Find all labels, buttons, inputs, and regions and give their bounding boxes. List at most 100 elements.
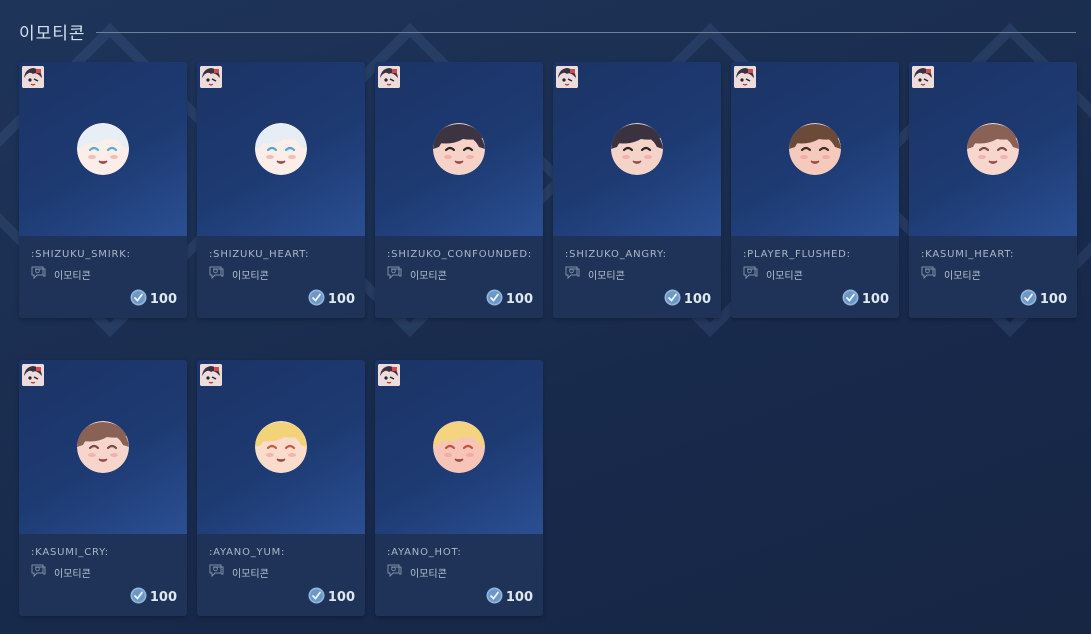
item-type-label: 이모티콘 [410, 568, 447, 580]
item-type-label: 이모티콘 [588, 270, 625, 282]
price-value: 100 [505, 292, 533, 307]
item-type-label: 이모티콘 [232, 270, 269, 282]
item-type: 이모티콘 [209, 564, 269, 580]
emoticon-name: :KASUMI_CRY: [31, 547, 109, 558]
item-type-label: 이모티콘 [232, 568, 269, 580]
price-value: 100 [149, 292, 177, 307]
emoticon-preview [19, 360, 187, 534]
game-badge-icon [200, 66, 222, 88]
emoticon-name: :SHIZUKU_SMIRK: [31, 249, 131, 260]
item-type-label: 이모티콘 [54, 568, 91, 580]
emoticon-card[interactable]: :SHIZUKU_HEART: 이모티콘 100 [197, 62, 365, 318]
game-badge-icon [22, 364, 44, 386]
emoticon-preview [197, 360, 365, 534]
emoticon-preview [553, 62, 721, 236]
emoticon-name: :SHIZUKO_ANGRY: [565, 249, 667, 260]
emoticon-image [255, 421, 307, 473]
card-info: :SHIZUKU_HEART: 이모티콘 100 [197, 236, 365, 318]
emoticon-name: :AYANO_YUM: [209, 547, 286, 558]
card-info: :SHIZUKU_SMIRK: 이모티콘 100 [19, 236, 187, 318]
points-coin-icon [1020, 289, 1040, 310]
item-type: 이모티콘 [31, 266, 91, 282]
emoticon-preview [375, 360, 543, 534]
emoticon-name: :PLAYER_FLUSHED: [743, 249, 851, 260]
price: 100 [130, 289, 177, 310]
points-coin-icon [308, 289, 328, 310]
emoticon-card[interactable]: :AYANO_HOT: 이모티콘 100 [375, 360, 543, 616]
emoticon-type-icon [565, 266, 588, 282]
emoticon-card[interactable]: :SHIZUKU_SMIRK: 이모티콘 100 [19, 62, 187, 318]
emoticon-name: :SHIZUKO_CONFOUNDED: [387, 249, 533, 260]
emoticon-type-icon [921, 266, 944, 282]
item-type: 이모티콘 [387, 564, 447, 580]
card-info: :KASUMI_HEART: 이모티콘 100 [909, 236, 1077, 318]
card-info: :AYANO_HOT: 이모티콘 100 [375, 534, 543, 616]
card-info: :SHIZUKO_CONFOUNDED: 이모티콘 100 [375, 236, 543, 318]
game-badge-icon [200, 364, 222, 386]
emoticon-image [255, 123, 307, 175]
points-coin-icon [130, 289, 150, 310]
emoticon-card[interactable]: :KASUMI_CRY: 이모티콘 100 [19, 360, 187, 616]
card-info: :KASUMI_CRY: 이모티콘 100 [19, 534, 187, 616]
points-coin-icon [130, 587, 150, 608]
price-value: 100 [1039, 292, 1067, 307]
section-title: 이모티콘 [19, 23, 86, 44]
emoticon-image [77, 123, 129, 175]
price-value: 100 [327, 590, 355, 605]
price: 100 [842, 289, 889, 310]
emoticon-preview [731, 62, 899, 236]
emoticon-image [433, 123, 485, 175]
emoticon-type-icon [31, 266, 54, 282]
item-type-label: 이모티콘 [54, 270, 91, 282]
item-type: 이모티콘 [387, 266, 447, 282]
emoticon-card[interactable]: :AYANO_YUM: 이모티콘 100 [197, 360, 365, 616]
emoticon-name: :KASUMI_HEART: [921, 249, 1015, 260]
card-info: :SHIZUKO_ANGRY: 이모티콘 100 [553, 236, 721, 318]
price: 100 [664, 289, 711, 310]
price-value: 100 [327, 292, 355, 307]
emoticon-image [611, 123, 663, 175]
points-coin-icon [486, 289, 506, 310]
emoticon-card[interactable]: :SHIZUKO_CONFOUNDED: 이모티콘 100 [375, 62, 543, 318]
points-coin-icon [842, 289, 862, 310]
emoticon-image [433, 421, 485, 473]
emoticon-card[interactable]: :PLAYER_FLUSHED: 이모티콘 100 [731, 62, 899, 318]
item-type: 이모티콘 [31, 564, 91, 580]
emoticon-preview [197, 62, 365, 236]
emoticon-type-icon [387, 564, 410, 580]
price-value: 100 [149, 590, 177, 605]
emoticon-grid: :SHIZUKU_SMIRK: 이모티콘 100:SHIZUKU_HEART:… [19, 62, 1077, 616]
price: 100 [486, 289, 533, 310]
emoticon-name: :SHIZUKU_HEART: [209, 249, 310, 260]
emoticon-type-icon [209, 266, 232, 282]
emoticon-type-icon [387, 266, 410, 282]
emoticon-preview [375, 62, 543, 236]
game-badge-icon [556, 66, 578, 88]
price-value: 100 [683, 292, 711, 307]
emoticon-image [77, 421, 129, 473]
game-badge-icon [378, 66, 400, 88]
game-badge-icon [378, 364, 400, 386]
section-header: 이모티콘 [19, 16, 1076, 46]
item-type: 이모티콘 [209, 266, 269, 282]
game-badge-icon [734, 66, 756, 88]
emoticon-image [789, 123, 841, 175]
price: 100 [308, 289, 355, 310]
emoticon-type-icon [209, 564, 232, 580]
emoticon-type-icon [743, 266, 766, 282]
emoticon-type-icon [31, 564, 54, 580]
item-type: 이모티콘 [921, 266, 981, 282]
price: 100 [308, 587, 355, 608]
game-badge-icon [22, 66, 44, 88]
price-value: 100 [861, 292, 889, 307]
card-info: :AYANO_YUM: 이모티콘 100 [197, 534, 365, 616]
price-value: 100 [505, 590, 533, 605]
points-coin-icon [664, 289, 684, 310]
item-type-label: 이모티콘 [944, 270, 981, 282]
emoticon-preview [909, 62, 1077, 236]
emoticon-card[interactable]: :KASUMI_HEART: 이모티콘 100 [909, 62, 1077, 318]
emoticon-preview [19, 62, 187, 236]
price: 100 [1020, 289, 1067, 310]
item-type-label: 이모티콘 [410, 270, 447, 282]
emoticon-card[interactable]: :SHIZUKO_ANGRY: 이모티콘 100 [553, 62, 721, 318]
